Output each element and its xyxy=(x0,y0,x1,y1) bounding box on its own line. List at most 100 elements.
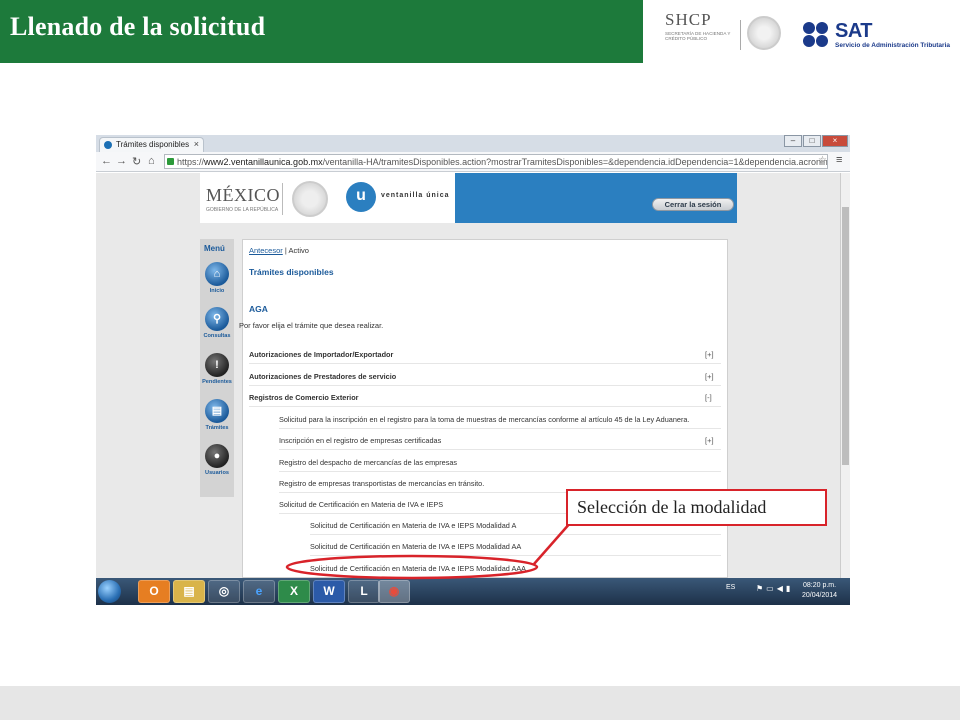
home-browser-icon[interactable]: ⌂ xyxy=(148,155,155,167)
app-icon[interactable]: L xyxy=(348,580,380,603)
menu-item-consultas[interactable]: ⚲ Consultas xyxy=(200,307,234,339)
tray-icons[interactable]: ⚑▭◀▮ xyxy=(756,584,793,593)
clock-date: 20/04/2014 xyxy=(802,592,838,599)
chrome-app-icon[interactable]: ◉ xyxy=(378,580,410,603)
tree-item[interactable]: Registro del despacho de mercancías de l… xyxy=(279,458,457,467)
sat-name: SAT xyxy=(835,20,873,42)
menu-item-tramites[interactable]: ▤ Trámites xyxy=(200,399,234,431)
word-app-icon[interactable]: W xyxy=(313,580,345,603)
tree-item[interactable]: Autorizaciones de Importador/Exportador xyxy=(249,350,393,359)
sat-logo-icon xyxy=(803,22,833,48)
page-scrollbar[interactable] xyxy=(840,173,850,578)
menu-title: Menú xyxy=(204,244,225,253)
vu-logo-icon: u xyxy=(346,182,376,212)
banner-divider xyxy=(282,183,283,215)
language-indicator[interactable]: ES xyxy=(726,584,735,591)
reload-icon[interactable]: ↻ xyxy=(132,155,141,168)
collapse-toggle[interactable]: [-] xyxy=(705,393,712,402)
tree-item[interactable]: Inscripción en el registro de empresas c… xyxy=(279,436,441,445)
browser-toolbar: ← → ↻ ⌂ https://www2.ventanillaunica.gob… xyxy=(96,152,850,172)
mexico-logo: MÉXICO xyxy=(206,185,280,205)
site-banner: MÉXICO GOBIERNO DE LA REPÚBLICA u ventan… xyxy=(200,173,737,223)
row-divider xyxy=(310,555,721,556)
system-clock[interactable]: 08:20 p.m. 20/04/2014 xyxy=(802,581,837,601)
agency-heading: AGA xyxy=(249,304,268,314)
tree-item[interactable]: Solicitud de Certificación en Materia de… xyxy=(310,521,516,530)
outlook-app-icon[interactable]: O xyxy=(138,580,170,603)
tab-favicon-icon xyxy=(104,141,112,149)
explorer-app-icon[interactable]: ▤ xyxy=(173,580,205,603)
users-icon: ● xyxy=(205,444,229,468)
row-divider xyxy=(279,471,721,472)
home-icon: ⌂ xyxy=(205,262,229,286)
forward-icon[interactable]: → xyxy=(116,155,127,167)
window-close-button[interactable]: × xyxy=(822,135,848,147)
breadcrumb-link[interactable]: Antecesor xyxy=(249,246,283,255)
alert-icon: ! xyxy=(205,353,229,377)
tab-title: Trámites disponibles xyxy=(116,140,190,149)
page-title: Trámites disponibles xyxy=(249,267,334,277)
vu-name: ventanilla única xyxy=(381,192,450,199)
document-icon: ▤ xyxy=(205,399,229,423)
row-divider xyxy=(249,363,721,364)
menu-item-label: Consultas xyxy=(203,333,231,339)
tree-item[interactable]: Solicitud para la inscripción en el regi… xyxy=(279,415,689,424)
browser-tab[interactable]: Trámites disponibles × xyxy=(99,137,204,152)
url-host: www2.ventanillaunica.gob.mx xyxy=(204,157,323,167)
window-controls: – □ × xyxy=(783,135,848,147)
sat-subtitle: Servicio de Administración Tributaria xyxy=(835,42,950,49)
mexico-seal-icon xyxy=(292,181,328,217)
shcp-name: SHCP xyxy=(665,10,712,29)
callout-box: Selección de la modalidad xyxy=(566,489,827,526)
start-button[interactable] xyxy=(98,580,121,603)
tree-item[interactable]: Registro de empresas transportistas de m… xyxy=(279,479,484,488)
row-divider xyxy=(279,449,721,450)
lync-app-icon[interactable]: ◎ xyxy=(208,580,240,603)
scrollbar-thumb[interactable] xyxy=(842,207,849,465)
clock-time: 08:20 p.m. xyxy=(802,582,837,589)
menu-item-label: Trámites xyxy=(205,425,229,431)
row-divider xyxy=(249,385,721,386)
row-divider xyxy=(279,428,721,429)
shcp-subtitle: SECRETARÍA DE HACIENDA Y CRÉDITO PÚBLICO xyxy=(665,31,731,41)
expand-toggle[interactable]: [+] xyxy=(705,350,714,359)
tree-item[interactable]: Autorizaciones de Prestadores de servici… xyxy=(249,372,396,381)
ie-app-icon[interactable]: e xyxy=(243,580,275,603)
menu-item-pendientes[interactable]: ! Pendientes xyxy=(200,353,234,385)
menu-item-usuarios[interactable]: ● Usuarios xyxy=(200,444,234,476)
logout-button[interactable]: Cerrar la sesión xyxy=(652,198,734,211)
breadcrumb-active: Activo xyxy=(288,246,309,255)
expand-toggle[interactable]: [+] xyxy=(705,436,714,445)
close-icon[interactable]: × xyxy=(194,139,199,149)
back-icon[interactable]: ← xyxy=(101,155,112,167)
slide-title: Llenado de la solicitud xyxy=(10,12,266,41)
bookmark-star-icon[interactable]: ☆ xyxy=(818,155,827,166)
menu-item-label: Inicio xyxy=(209,288,225,294)
shcp-logo: SHCP SECRETARÍA DE HACIENDA Y CRÉDITO PÚ… xyxy=(665,10,735,41)
menu-item-label: Pendientes xyxy=(202,379,232,385)
expand-toggle[interactable]: [+] xyxy=(705,372,714,381)
main-content: Antecesor | Activo Trámites disponibles … xyxy=(239,239,728,578)
gobierno-label: GOBIERNO DE LA REPÚBLICA xyxy=(206,207,279,213)
search-icon: ⚲ xyxy=(205,307,229,331)
logos-area: SHCP SECRETARÍA DE HACIENDA Y CRÉDITO PÚ… xyxy=(643,0,960,63)
minimize-button[interactable]: – xyxy=(784,135,802,147)
url-scheme: https:// xyxy=(177,157,205,167)
breadcrumb: Antecesor | Activo xyxy=(249,246,309,255)
title-bar: Llenado de la solicitud xyxy=(0,0,643,63)
tree-item[interactable]: Registros de Comercio Exterior xyxy=(249,393,359,402)
lock-icon xyxy=(167,158,174,165)
footer-band xyxy=(0,686,960,720)
tree-item[interactable]: Solicitud de Certificación en Materia de… xyxy=(279,500,443,509)
row-divider xyxy=(249,406,721,407)
browser-menu-icon[interactable]: ≡ xyxy=(836,154,842,166)
url-path: /ventanilla-HA/tramitesDisponibles.actio… xyxy=(322,157,828,167)
excel-app-icon[interactable]: X xyxy=(278,580,310,603)
tree-item[interactable]: Solicitud de Certificación en Materia de… xyxy=(310,542,521,551)
logo-divider xyxy=(740,20,741,50)
address-bar[interactable]: https://www2.ventanillaunica.gob.mx/vent… xyxy=(164,154,828,169)
breadcrumb-separator: | xyxy=(284,246,287,255)
tree-item-selected[interactable]: Solicitud de Certificación en Materia de… xyxy=(310,564,526,573)
maximize-button[interactable]: □ xyxy=(803,135,821,147)
menu-item-inicio[interactable]: ⌂ Inicio xyxy=(200,262,234,294)
